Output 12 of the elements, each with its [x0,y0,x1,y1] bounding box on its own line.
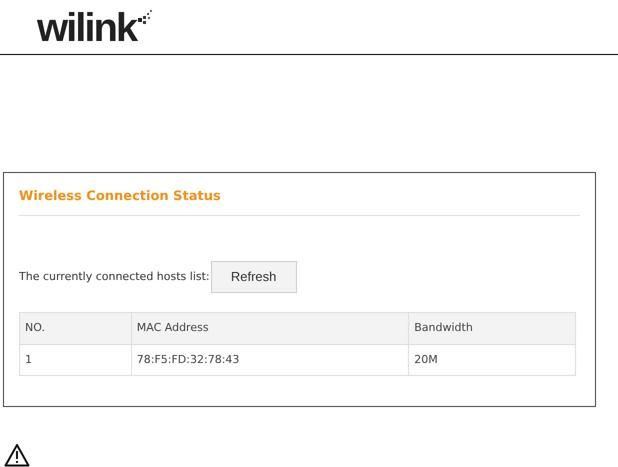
table-cell: 1 [20,344,132,376]
dots-icon [137,8,154,24]
column-header: NO. [20,312,132,344]
column-header: Bandwidth [408,312,576,344]
refresh-button[interactable]: Refresh [210,261,297,293]
hosts-label: The currently connected hosts list: [19,268,210,285]
logo: wilink [37,10,136,46]
panel-title: Wireless Connection Status [19,189,580,216]
warning-icon [4,443,30,467]
table-cell: 78:F5:FD:32:78:43 [131,344,409,376]
column-header: MAC Address [131,312,409,344]
table-cell: 20M [408,344,576,376]
